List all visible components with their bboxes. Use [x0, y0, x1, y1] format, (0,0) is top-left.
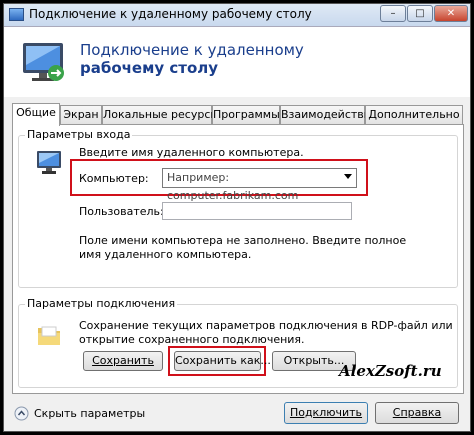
save-button[interactable]: Сохранить [83, 351, 163, 371]
tab-general[interactable]: Общие [12, 103, 60, 126]
minimize-button[interactable]: – [380, 5, 406, 22]
connect-button-label: Подключить [289, 406, 363, 419]
connection-desc-line2: открытие сохраненного подключения. [79, 333, 305, 346]
header-banner: Подключение к удаленному рабочему столу [4, 27, 470, 97]
save-button-label: Сохранить [92, 354, 154, 367]
help-button[interactable]: Справка [375, 402, 459, 424]
chevron-down-icon[interactable] [344, 174, 352, 179]
tab-experience[interactable]: Взаимодействие [280, 105, 378, 124]
window-title: Подключение к удаленному рабочему столу [29, 7, 312, 21]
tab-advanced[interactable]: Дополнительно [365, 105, 463, 124]
close-button[interactable]: ✕ [434, 5, 468, 22]
monitor-connection-icon [23, 43, 64, 81]
connect-button[interactable]: Подключить [284, 402, 368, 424]
title-bar[interactable]: Подключение к удаленному рабочему столу … [4, 4, 470, 27]
note-line2: имя удаленного компьютера. [79, 248, 252, 261]
remote-desktop-icon [9, 8, 24, 21]
login-settings-group: Параметры входа Введите имя удаленного к… [18, 128, 458, 288]
computer-placeholder: Например: computer.fabrikam.com [167, 171, 299, 202]
note-line1: Поле имени компьютера не заполнено. Введ… [79, 234, 407, 247]
computer-icon [37, 151, 61, 174]
user-field[interactable] [162, 202, 352, 220]
connection-desc-line1: Сохранение текущих параметров подключени… [79, 319, 453, 332]
header-line1: Подключение к удаленному [80, 41, 304, 59]
computer-combobox[interactable]: Например: computer.fabrikam.com [162, 168, 357, 202]
login-group-title: Параметры входа [25, 128, 133, 141]
user-label: Пользователь: [79, 205, 164, 218]
tab-local-resources[interactable]: Локальные ресурсы [102, 105, 219, 124]
watermark: AlexZsoft.ru [339, 362, 442, 380]
header-line2: рабочему столу [80, 59, 219, 77]
computer-label: Компьютер: [79, 172, 149, 185]
tab-programs[interactable]: Программы [212, 105, 280, 124]
maximize-button[interactable]: □ [407, 5, 433, 22]
hide-options-label: Скрыть параметры [34, 407, 146, 420]
folder-icon [38, 326, 60, 345]
login-instruction: Введите имя удаленного компьютера. [79, 146, 304, 159]
help-button-label: Справка [392, 406, 442, 419]
dialog-footer: Скрыть параметры Подключить Справка [4, 396, 470, 433]
header-title: Подключение к удаленному рабочему столу [80, 41, 304, 77]
save-as-button[interactable]: Сохранить как... [174, 351, 271, 371]
general-tab-panel: Параметры входа Введите имя удаленного к… [12, 124, 464, 394]
connection-group-title: Параметры подключения [25, 297, 178, 310]
tab-display[interactable]: Экран [60, 105, 102, 124]
rdp-window: Подключение к удаленному рабочему столу … [3, 3, 471, 432]
chevron-up-icon[interactable] [14, 406, 29, 421]
